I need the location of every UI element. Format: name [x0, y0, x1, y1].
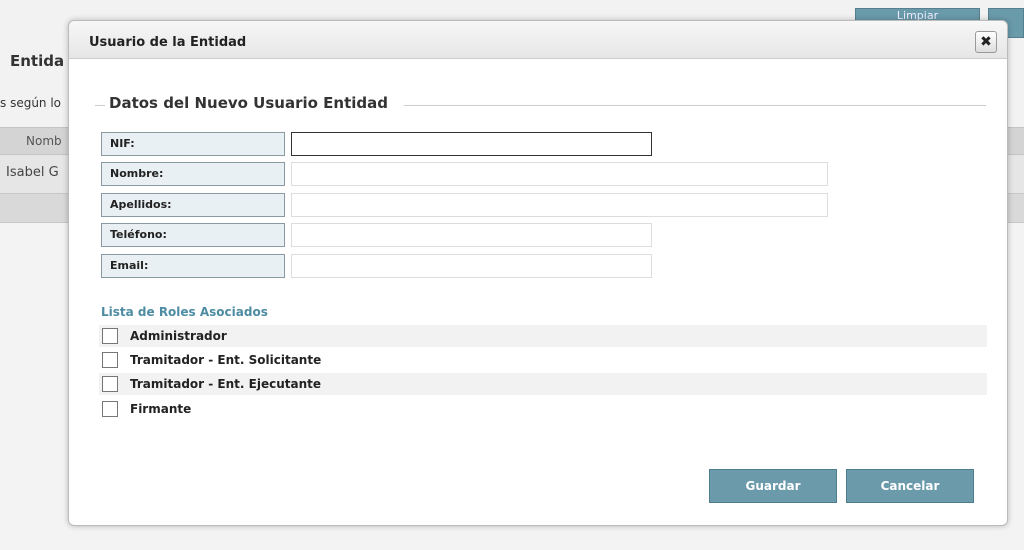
save-button[interactable]: Guardar: [709, 469, 837, 503]
fieldset-divider-right: [404, 105, 986, 106]
section-legend: Datos del Nuevo Usuario Entidad: [109, 94, 388, 112]
nombre-input[interactable]: [291, 162, 828, 186]
cancel-button[interactable]: Cancelar: [846, 469, 974, 503]
dialog-titlebar[interactable]: Usuario de la Entidad ✖: [69, 21, 1007, 59]
role-row-firmante: Firmante: [99, 398, 987, 420]
nif-input[interactable]: [291, 132, 652, 156]
close-icon[interactable]: ✖: [975, 31, 997, 53]
email-input[interactable]: [291, 254, 652, 278]
fieldset-divider-left: [95, 105, 105, 106]
nif-label: NIF:: [101, 132, 285, 156]
dialog-title: Usuario de la Entidad: [89, 35, 247, 50]
role-checkbox-tramitador-solicitante[interactable]: [102, 352, 118, 368]
apellidos-label: Apellidos:: [101, 193, 285, 217]
role-label: Administrador: [130, 329, 227, 343]
email-label: Email:: [101, 254, 285, 278]
role-label: Firmante: [130, 402, 192, 416]
user-dialog: Usuario de la Entidad ✖ Datos del Nuevo …: [68, 20, 1008, 526]
role-checkbox-firmante[interactable]: [102, 401, 118, 417]
telefono-input[interactable]: [291, 223, 652, 247]
role-label: Tramitador - Ent. Solicitante: [130, 353, 322, 367]
role-row-tramitador-ejecutante: Tramitador - Ent. Ejecutante: [99, 373, 987, 395]
background-subtitle: s según lo: [0, 96, 62, 110]
role-row-tramitador-solicitante: Tramitador - Ent. Solicitante: [99, 349, 987, 371]
roles-title: Lista de Roles Asociados: [101, 305, 268, 319]
nombre-label: Nombre:: [101, 162, 285, 186]
role-label: Tramitador - Ent. Ejecutante: [130, 377, 321, 391]
background-column-header: Nomb: [26, 134, 62, 148]
role-row-administrador: Administrador: [99, 325, 987, 347]
telefono-label: Teléfono:: [101, 223, 285, 247]
role-checkbox-administrador[interactable]: [102, 328, 118, 344]
background-heading: Entida: [10, 52, 65, 70]
background-table-cell: Isabel G: [6, 165, 59, 180]
apellidos-input[interactable]: [291, 193, 828, 217]
role-checkbox-tramitador-ejecutante[interactable]: [102, 376, 118, 392]
